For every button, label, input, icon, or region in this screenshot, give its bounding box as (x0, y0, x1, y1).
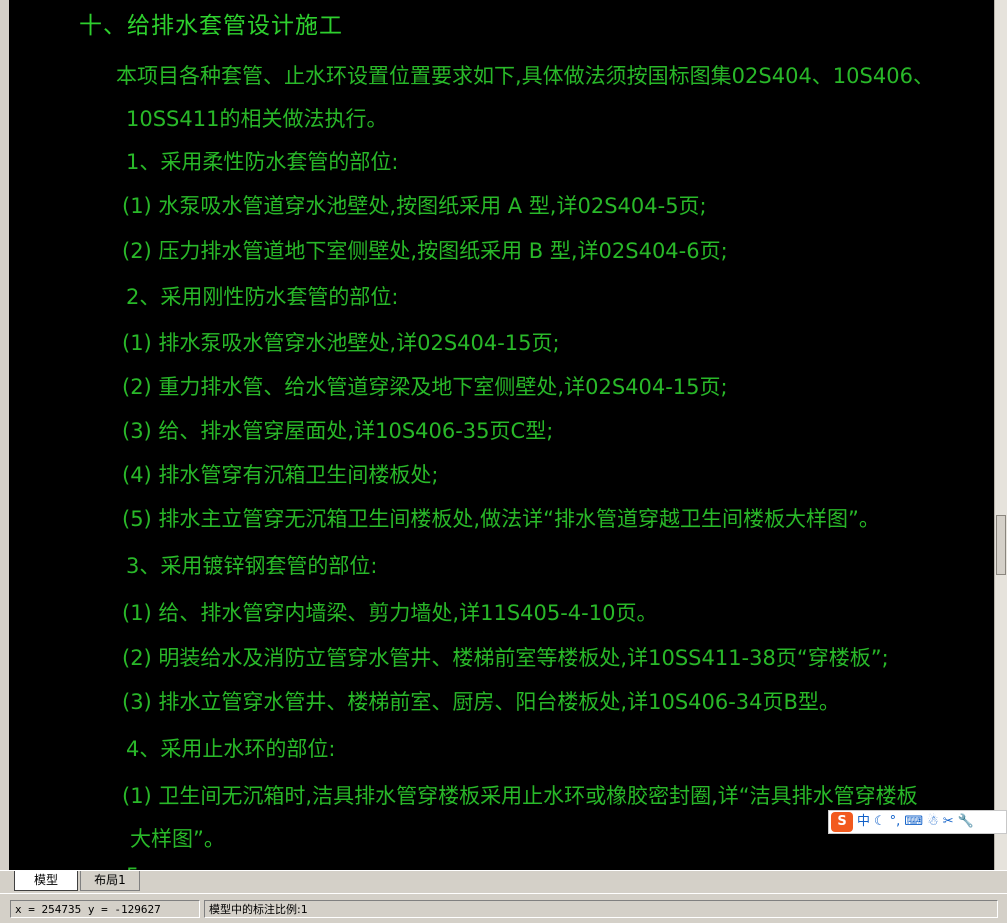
drawing-line: (3) 排水立管穿水管井、楼梯前室、厨房、阳台楼板处,详10S406-34页B型… (122, 690, 840, 714)
drawing-line: (2) 重力排水管、给水管道穿梁及地下室侧壁处,详02S404-15页; (122, 375, 728, 399)
wrench-icon[interactable]: 🔧 (958, 812, 974, 832)
moon-icon[interactable]: ☾ (874, 812, 886, 832)
drawing-line: 5、………………………………………………………… (126, 860, 622, 870)
drawing-line: (1) 水泵吸水管道穿水池壁处,按图纸采用 A 型,详02S404-5页; (122, 194, 707, 218)
drawing-line: 10SS411的相关做法执行。 (126, 107, 388, 131)
ime-mode-toggle[interactable]: 中 (857, 812, 870, 832)
drawing-line: (1) 排水泵吸水管穿水池壁处,详02S404-15页; (122, 331, 560, 355)
drawing-heading: 十、给排水套管设计施工 (79, 13, 343, 39)
keyboard-icon[interactable]: ⌨ (904, 812, 923, 832)
drawing-line: (2) 压力排水管道地下室侧壁处,按图纸采用 B 型,详02S404-6页; (122, 239, 728, 263)
punctuation-icon[interactable]: °, (890, 812, 901, 832)
layout-tab-bar: 模型 布局1 (0, 870, 1007, 893)
tools-icon[interactable]: ✂ (943, 812, 954, 832)
status-bar: x = 254735 y = -129627 模型中的标注比例:1 (0, 893, 1007, 923)
scrollbar-thumb[interactable] (996, 515, 1006, 575)
drawing-line: 大样图”。 (130, 827, 225, 851)
drawing-line: (5) 排水主立管穿无沉箱卫生间楼板处,做法详“排水管道穿越卫生间楼板大样图”。 (122, 507, 880, 531)
ime-toolbar[interactable]: S 中 ☾ °, ⌨ ☃ ✂ 🔧 (828, 810, 1007, 834)
skin-icon[interactable]: ☃ (927, 812, 939, 832)
sogou-logo-icon[interactable]: S (831, 812, 853, 832)
drawing-line: (3) 给、排水管穿屋面处,详10S406-35页C型; (122, 419, 554, 443)
drawing-line: (1) 给、排水管穿内墙梁、剪力墙处,详11S405-4-10页。 (122, 601, 658, 625)
drawing-line: (1) 卫生间无沉箱时,洁具排水管穿楼板采用止水环或橡胶密封圈,详“洁具排水管穿… (122, 784, 918, 808)
annotation-scale: 模型中的标注比例:1 (204, 900, 998, 918)
drawing-line: (4) 排水管穿有沉箱卫生间楼板处; (122, 463, 439, 487)
drawing-line: 本项目各种套管、止水环设置位置要求如下,具体做法须按国标图集02S404、10S… (116, 64, 934, 88)
drawing-line: 4、采用止水环的部位: (126, 737, 336, 761)
tab-layout1[interactable]: 布局1 (80, 871, 140, 891)
drawing-line: 2、采用刚性防水套管的部位: (126, 285, 399, 309)
drawing-line: (2) 明装给水及消防立管穿水管井、楼梯前室等楼板处,详10SS411-38页“… (122, 646, 889, 670)
drawing-line: 1、采用柔性防水套管的部位: (126, 150, 399, 174)
drawing-line: 3、采用镀锌钢套管的部位: (126, 554, 378, 578)
left-frame (0, 0, 9, 870)
tab-model[interactable]: 模型 (14, 871, 78, 891)
vertical-scrollbar[interactable] (994, 0, 1007, 870)
coordinate-readout: x = 254735 y = -129627 (10, 900, 200, 918)
drawing-canvas[interactable]: 十、给排水套管设计施工 本项目各种套管、止水环设置位置要求如下,具体做法须按国标… (9, 0, 994, 870)
